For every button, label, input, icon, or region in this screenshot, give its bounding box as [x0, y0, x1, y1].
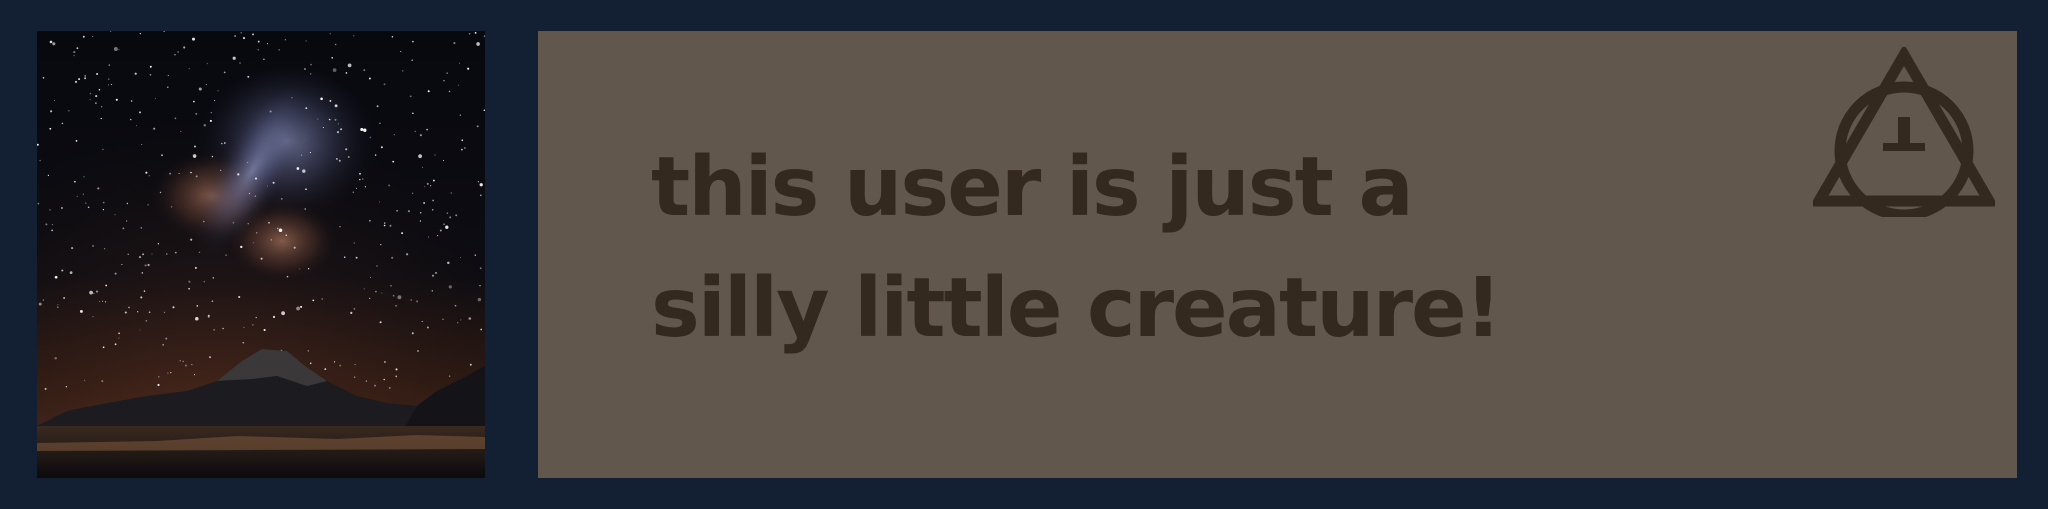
- userbox-panel: this user is just a silly little creatur…: [538, 31, 2017, 478]
- tagline-line-1: this user is just a: [651, 140, 1414, 235]
- therian-theta-icon: [1813, 47, 1995, 217]
- userbox-banner: this user is just a silly little creatur…: [0, 0, 2048, 509]
- night-sky-photo: [37, 31, 485, 478]
- userbox-tagline: this user is just a silly little creatur…: [651, 127, 1502, 369]
- tagline-line-2: silly little creature!: [651, 261, 1502, 356]
